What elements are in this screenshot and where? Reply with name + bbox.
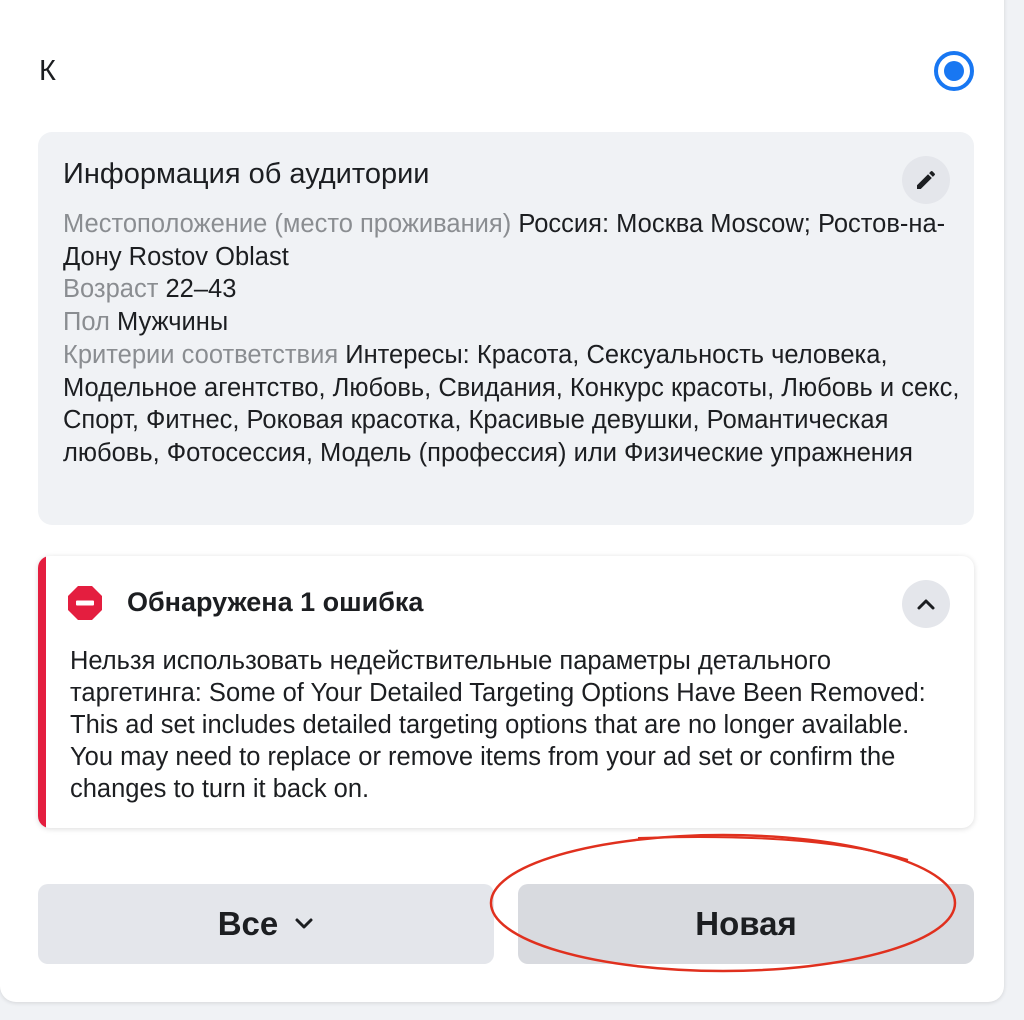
error-accent-strip [38,556,46,828]
edit-audience-button[interactable] [902,156,950,204]
age-label: Возраст [63,275,159,304]
chevron-down-icon [295,918,313,929]
location-label: Местоположение (место проживания) [63,210,512,238]
gender-row: Пол Мужчины [63,306,963,339]
criteria-label: Критерии соответствия [63,340,339,369]
audience-info-box: Информация об аудитории Местоположение (… [38,132,974,525]
criteria-row: Критерии соответствия Интересы: Красота,… [63,339,963,470]
error-card: Обнаружена 1 ошибка Нельзя использовать … [38,556,974,828]
location-row: Местоположение (место проживания) Россия… [63,208,963,273]
age-value: 22–43 [165,275,237,304]
age-row: Возраст 22–43 [63,273,963,306]
error-stop-icon [68,586,102,620]
chevron-up-icon [917,599,935,610]
all-dropdown-button[interactable]: Все [38,884,494,964]
audience-details: Местоположение (место проживания) Россия… [63,208,963,470]
gender-label: Пол [63,308,110,337]
new-button-label: Новая [695,905,797,942]
audience-radio-button[interactable] [934,51,974,91]
all-button-label: Все [217,905,279,942]
new-audience-button[interactable]: Новая [518,884,974,964]
audience-info-title: Информация об аудитории [63,158,430,190]
collapse-error-button[interactable] [902,580,950,628]
audience-name: К [39,55,56,87]
error-title: Обнаружена 1 ошибка [127,587,424,617]
pencil-icon [917,170,936,189]
gender-value: Мужчины [116,308,229,337]
radio-selected-dot [944,61,964,81]
error-message: Нельзя использовать недействительные пар… [70,647,926,803]
